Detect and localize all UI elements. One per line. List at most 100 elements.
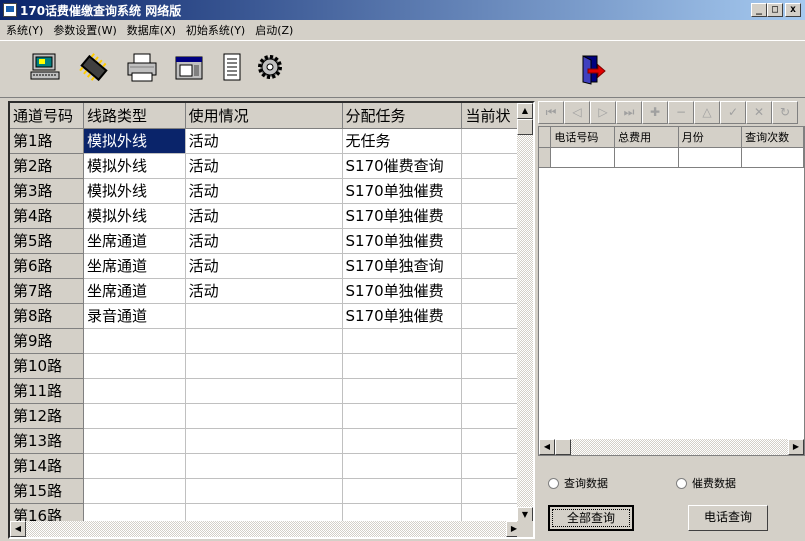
detail-col-month[interactable]: 月份 <box>678 127 743 148</box>
detail-col-total-fee[interactable]: 总费用 <box>614 127 679 148</box>
all-query-button[interactable]: 全部查询 <box>548 505 634 531</box>
query-data-radio[interactable]: 查询数据 <box>548 475 608 491</box>
task-cell[interactable] <box>342 503 463 523</box>
table-row[interactable]: 第9路 <box>10 328 522 354</box>
menu-init-system[interactable]: 初始系统(Y) <box>186 22 245 38</box>
col-header-line-type[interactable]: 线路类型 <box>83 103 186 129</box>
nav-last-button[interactable]: ⏭ <box>616 101 642 124</box>
table-row[interactable]: 第6路 坐席通道 活动 S170单独查询 <box>10 253 522 279</box>
line-type-cell[interactable] <box>83 428 186 454</box>
usage-cell[interactable]: 活动 <box>185 228 343 254</box>
nav-post-button[interactable]: ✓ <box>720 101 746 124</box>
line-type-cell[interactable]: 录音通道 <box>83 303 186 329</box>
row-header[interactable]: 第7路 <box>10 278 85 304</box>
chip-icon[interactable] <box>76 51 112 85</box>
status-cell[interactable] <box>461 403 522 429</box>
close-button[interactable]: x <box>785 3 801 17</box>
line-type-cell[interactable] <box>83 453 186 479</box>
channel-grid[interactable]: 通道号码 线路类型 使用情况 分配任务 当前状 第1路 模拟外线 活动 无任务 第2路模… <box>8 101 535 539</box>
row-header[interactable]: 第12路 <box>10 403 85 429</box>
detail-col-query-count[interactable]: 查询次数 <box>741 127 804 148</box>
status-cell[interactable] <box>461 503 522 523</box>
nav-cancel-button[interactable]: ✕ <box>746 101 772 124</box>
row-header[interactable]: 第2路 <box>10 153 85 179</box>
task-cell[interactable] <box>342 328 463 354</box>
line-type-cell[interactable]: 模拟外线 <box>83 203 186 229</box>
line-type-cell[interactable] <box>83 353 186 379</box>
table-row[interactable]: 第16路 <box>10 503 522 523</box>
detail-horizontal-scrollbar[interactable]: ◀ ▶ <box>539 439 804 455</box>
status-cell[interactable] <box>461 328 522 354</box>
status-cell[interactable] <box>461 203 522 229</box>
menu-system[interactable]: 系统(Y) <box>6 22 43 38</box>
status-cell[interactable] <box>461 428 522 454</box>
table-row[interactable]: 第10路 <box>10 353 522 379</box>
line-type-cell[interactable]: 坐席通道 <box>83 253 186 279</box>
task-cell[interactable]: S170单独催费 <box>342 203 463 229</box>
row-header[interactable]: 第4路 <box>10 203 85 229</box>
status-cell[interactable] <box>461 253 522 279</box>
grid-horizontal-scrollbar[interactable]: ◀ ▶ <box>10 521 522 537</box>
row-header[interactable]: 第6路 <box>10 253 85 279</box>
usage-cell[interactable]: 活动 <box>185 278 343 304</box>
scroll-up-button[interactable]: ▲ <box>517 103 533 119</box>
usage-cell[interactable] <box>185 378 343 404</box>
scroll-thumb[interactable] <box>517 119 533 135</box>
line-type-cell[interactable]: 坐席通道 <box>83 228 186 254</box>
line-type-cell[interactable] <box>83 328 186 354</box>
collect-data-radio[interactable]: 催费数据 <box>676 475 736 491</box>
menu-settings[interactable]: 参数设置(W) <box>53 22 116 38</box>
usage-cell[interactable] <box>185 478 343 504</box>
detail-grid[interactable]: 电话号码 总费用 月份 查询次数 ◀ ▶ <box>538 126 805 456</box>
nav-edit-button[interactable]: △ <box>694 101 720 124</box>
status-cell[interactable] <box>461 478 522 504</box>
line-type-cell[interactable]: 坐席通道 <box>83 278 186 304</box>
task-cell[interactable]: S170单独催费 <box>342 228 463 254</box>
minimize-button[interactable]: _ <box>751 3 767 17</box>
maximize-button[interactable]: □ <box>767 3 783 17</box>
table-row[interactable]: 第4路 模拟外线 活动 S170单独催费 <box>10 203 522 229</box>
task-cell[interactable] <box>342 428 463 454</box>
gear-icon[interactable] <box>252 51 288 85</box>
usage-cell[interactable] <box>185 353 343 379</box>
line-type-cell[interactable] <box>83 503 186 523</box>
usage-cell[interactable]: 活动 <box>185 203 343 229</box>
status-cell[interactable] <box>461 178 522 204</box>
task-cell[interactable] <box>342 403 463 429</box>
task-cell[interactable]: S170单独催费 <box>342 278 463 304</box>
usage-cell[interactable] <box>185 403 343 429</box>
document-icon[interactable] <box>214 51 250 85</box>
task-cell[interactable] <box>342 353 463 379</box>
task-cell[interactable] <box>342 453 463 479</box>
usage-cell[interactable] <box>185 503 343 523</box>
window-icon[interactable] <box>172 51 208 85</box>
table-row[interactable]: 第8路 录音通道 S170单独催费 <box>10 303 522 329</box>
col-header-usage[interactable]: 使用情况 <box>185 103 343 129</box>
row-header[interactable]: 第9路 <box>10 328 85 354</box>
exit-door-icon[interactable] <box>574 51 610 85</box>
row-header[interactable]: 第13路 <box>10 428 85 454</box>
row-header[interactable]: 第14路 <box>10 453 85 479</box>
usage-cell[interactable] <box>185 328 343 354</box>
status-cell[interactable] <box>461 278 522 304</box>
col-header-status[interactable]: 当前状 <box>461 103 522 129</box>
line-type-cell[interactable] <box>83 403 186 429</box>
table-row[interactable]: 第15路 <box>10 478 522 504</box>
detail-scroll-thumb[interactable] <box>555 439 571 455</box>
task-cell[interactable]: 无任务 <box>342 128 463 154</box>
table-row[interactable]: 第7路 坐席通道 活动 S170单独催费 <box>10 278 522 304</box>
phone-query-button[interactable]: 电话查询 <box>688 505 768 531</box>
nav-first-button[interactable]: ⏮ <box>538 101 564 124</box>
row-header[interactable]: 第5路 <box>10 228 85 254</box>
task-cell[interactable]: S170单独催费 <box>342 303 463 329</box>
row-header[interactable]: 第15路 <box>10 478 85 504</box>
row-header[interactable]: 第10路 <box>10 353 85 379</box>
status-cell[interactable] <box>461 378 522 404</box>
task-cell[interactable] <box>342 478 463 504</box>
status-cell[interactable] <box>461 303 522 329</box>
line-type-cell[interactable] <box>83 478 186 504</box>
line-type-cell[interactable]: 模拟外线 <box>83 153 186 179</box>
detail-scroll-right-button[interactable]: ▶ <box>788 439 804 455</box>
usage-cell[interactable]: 活动 <box>185 128 343 154</box>
usage-cell[interactable]: 活动 <box>185 178 343 204</box>
